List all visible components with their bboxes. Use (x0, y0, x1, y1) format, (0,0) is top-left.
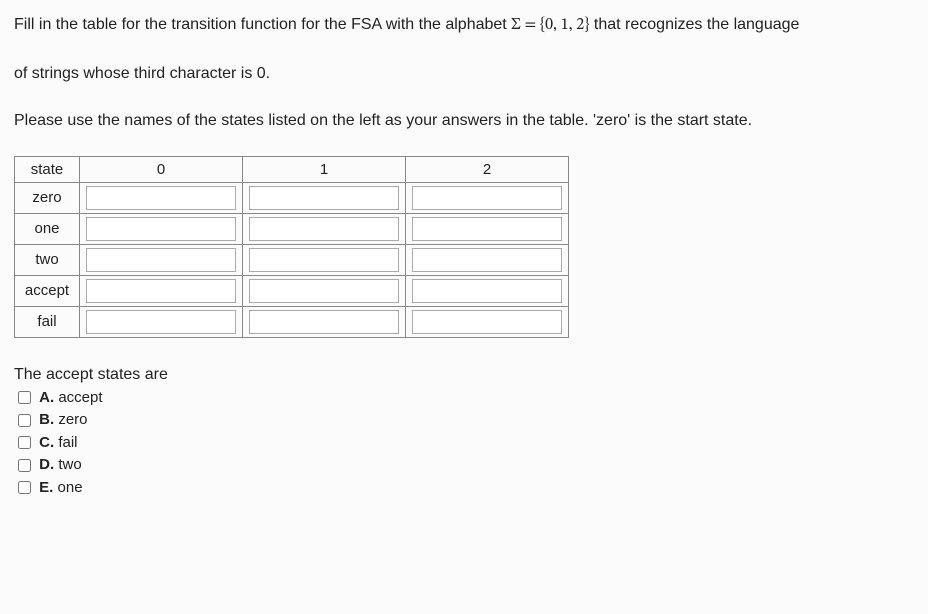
option-a[interactable]: A. accept (14, 387, 914, 410)
cell-fail-2[interactable] (412, 310, 562, 334)
checkbox-b[interactable] (18, 414, 31, 427)
checkbox-a[interactable] (18, 391, 31, 404)
header-state: state (15, 156, 80, 182)
header-col-2: 2 (406, 156, 569, 182)
row-label-fail: fail (15, 306, 80, 337)
cell-zero-0[interactable] (86, 186, 236, 210)
header-col-0: 0 (80, 156, 243, 182)
cell-two-1[interactable] (249, 248, 399, 272)
prompt-line-3: Please use the names of the states liste… (14, 108, 914, 134)
option-letter: A. (39, 389, 54, 406)
prompt-text-1a: Fill in the table for the transition fun… (14, 16, 511, 33)
option-b[interactable]: B. zero (14, 409, 914, 432)
prompt-line-1: Fill in the table for the transition fun… (14, 12, 914, 39)
option-text: two (58, 456, 81, 473)
table-row: one (15, 213, 569, 244)
cell-two-2[interactable] (412, 248, 562, 272)
table-row: accept (15, 275, 569, 306)
table-header-row: state 0 1 2 (15, 156, 569, 182)
row-label-accept: accept (15, 275, 80, 306)
option-text: one (58, 479, 83, 496)
option-text: zero (58, 411, 87, 428)
cell-zero-1[interactable] (249, 186, 399, 210)
cell-zero-2[interactable] (412, 186, 562, 210)
checkbox-e[interactable] (18, 481, 31, 494)
accept-states-question: The accept states are A. accept B. zero … (14, 366, 914, 500)
cell-accept-0[interactable] (86, 279, 236, 303)
table-row: zero (15, 182, 569, 213)
row-label-one: one (15, 213, 80, 244)
checkbox-d[interactable] (18, 459, 31, 472)
cell-fail-0[interactable] (86, 310, 236, 334)
checkbox-c[interactable] (18, 436, 31, 449)
cell-accept-2[interactable] (412, 279, 562, 303)
alphabet-expression: Σ = {0, 1, 2} (511, 17, 589, 33)
table-row: fail (15, 306, 569, 337)
option-letter: E. (39, 479, 53, 496)
row-label-zero: zero (15, 182, 80, 213)
cell-fail-1[interactable] (249, 310, 399, 334)
transition-table: state 0 1 2 zero one two accept fail (14, 156, 569, 338)
row-label-two: two (15, 244, 80, 275)
option-c[interactable]: C. fail (14, 432, 914, 455)
option-d[interactable]: D. two (14, 454, 914, 477)
cell-one-2[interactable] (412, 217, 562, 241)
accept-question-stem: The accept states are (14, 366, 914, 384)
cell-one-1[interactable] (249, 217, 399, 241)
header-col-1: 1 (243, 156, 406, 182)
option-letter: C. (39, 434, 54, 451)
option-letter: D. (39, 456, 54, 473)
option-text: fail (58, 434, 77, 451)
cell-two-0[interactable] (86, 248, 236, 272)
option-e[interactable]: E. one (14, 477, 914, 500)
option-text: accept (58, 389, 102, 406)
table-row: two (15, 244, 569, 275)
option-letter: B. (39, 411, 54, 428)
prompt-line-2: of strings whose third character is 0. (14, 61, 914, 87)
prompt-text-1b: that recognizes the language (594, 16, 799, 33)
cell-accept-1[interactable] (249, 279, 399, 303)
cell-one-0[interactable] (86, 217, 236, 241)
